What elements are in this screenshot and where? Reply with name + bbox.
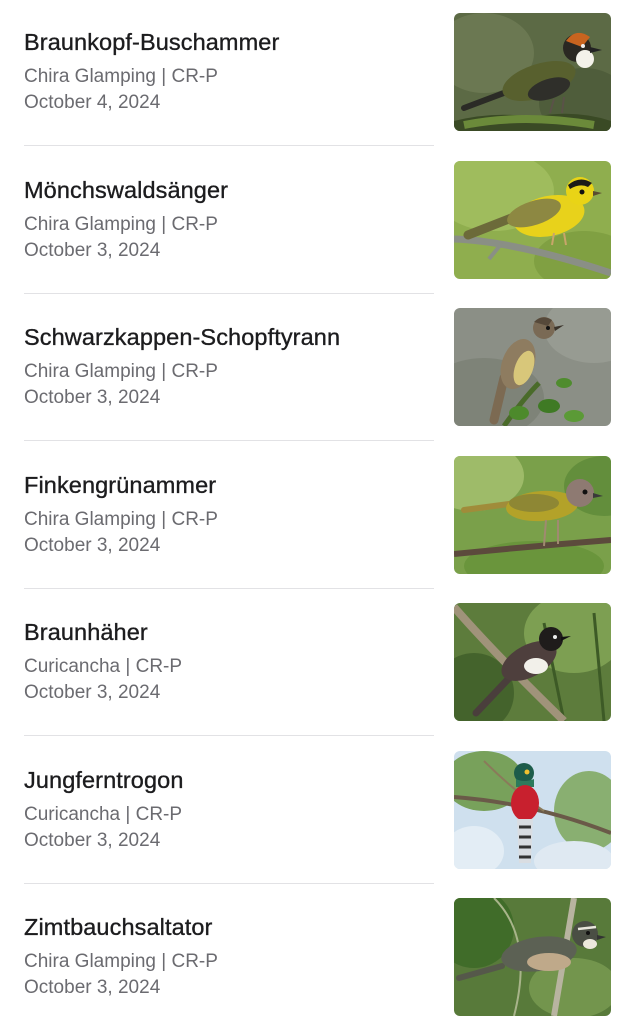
species-name: Braunkopf-Buschammer [24,29,280,55]
row-divider [24,882,434,884]
sighting-row[interactable]: Jungferntrogon Curicancha | CR-P October… [0,738,634,886]
row-divider [24,735,434,736]
date-label: October 3, 2024 [24,829,161,851]
location-label: Chira Glamping | CR-P [24,361,218,382]
sighting-row[interactable]: Braunkopf-Buschammer Chira Glamping | CR… [0,0,634,148]
row-divider [24,292,434,294]
bird-photo-icon[interactable] [454,160,611,279]
bird-photo-icon[interactable] [454,308,611,426]
row-divider [24,587,434,589]
location-label: Curicancha | CR-P [24,656,183,677]
bird-photo-icon[interactable] [454,750,611,869]
sightings-list: Braunkopf-Buschammer Chira Glamping | CR… [0,0,634,1024]
sighting-row[interactable]: Zimtbauchsaltator Chira Glamping | CR-P … [0,885,634,1024]
sighting-text: Braunkopf-Buschammer Chira Glamping | CR… [24,28,429,116]
sighting-row[interactable]: Finkengrünammer Chira Glamping | CR-P Oc… [0,443,634,591]
date-label: October 3, 2024 [24,239,161,261]
bird-photo-icon[interactable] [454,455,611,574]
location-label: Chira Glamping | CR-P [24,508,218,530]
sighting-row[interactable]: Braunhäher Curicancha | CR-P October 3, … [0,590,634,738]
location-label: Curicancha | CR-P [24,803,183,825]
sighting-text: Braunhäher Curicancha | CR-P October 3, … [24,618,429,706]
bird-photo-icon[interactable] [454,13,611,131]
date-label: October 3, 2024 [24,534,161,556]
sighting-text: Zimtbauchsaltator Chira Glamping | CR-P … [24,913,429,1001]
species-name: Mönchswaldsänger [24,176,229,203]
sighting-row[interactable]: Mönchswaldsänger Chira Glamping | CR-P O… [0,148,634,296]
date-label: October 4, 2024 [24,92,161,113]
species-name: Jungferntrogon [24,766,184,793]
sighting-text: Mönchswaldsänger Chira Glamping | CR-P O… [24,176,429,264]
sighting-text: Schwarzkappen-Schopftyrann Chira Glampin… [24,323,429,411]
sighting-text: Jungferntrogon Curicancha | CR-P October… [24,766,429,854]
species-name: Finkengrünammer [24,471,217,498]
bird-photo-icon[interactable] [454,603,611,721]
location-label: Chira Glamping | CR-P [24,951,218,972]
date-label: October 3, 2024 [24,387,161,408]
sighting-row[interactable]: Schwarzkappen-Schopftyrann Chira Glampin… [0,295,634,443]
location-label: Chira Glamping | CR-P [24,66,218,87]
species-name: Braunhäher [24,619,148,645]
bird-photo-icon[interactable] [454,898,611,1016]
date-label: October 3, 2024 [24,682,161,703]
date-label: October 3, 2024 [24,977,161,998]
species-name: Zimtbauchsaltator [24,914,213,940]
location-label: Chira Glamping | CR-P [24,213,218,235]
row-divider [24,440,434,441]
species-name: Schwarzkappen-Schopftyrann [24,324,341,350]
sighting-text: Finkengrünammer Chira Glamping | CR-P Oc… [24,471,429,559]
row-divider [24,145,434,146]
